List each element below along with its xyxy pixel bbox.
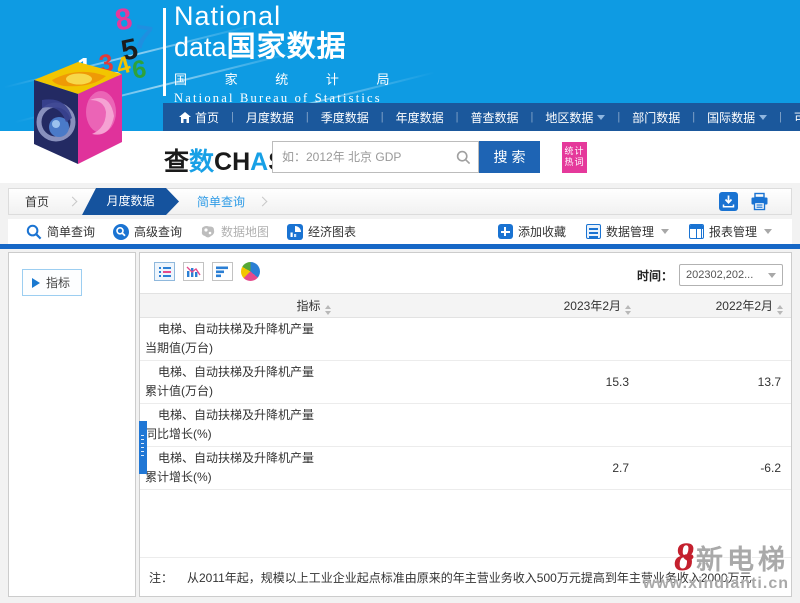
data-map-button[interactable]: 数据地图 (200, 223, 269, 240)
nav-item-annual-data[interactable]: 年度数据 (390, 109, 465, 126)
search-icon (456, 150, 471, 165)
list-icon (586, 224, 601, 239)
nav-item-department-data[interactable]: 部门数据 (626, 109, 701, 126)
chevron-down-icon (759, 115, 767, 120)
download-icon[interactable] (719, 192, 738, 211)
main-navigation: 首页 月度数据 季度数据 年度数据 普查数据 地区数据 部门数据 国际数据 可视… (163, 103, 800, 131)
title-english-line1: National (174, 2, 406, 31)
time-select[interactable]: 202302,202... (679, 264, 783, 286)
chevron-down-icon (768, 273, 776, 278)
nav-item-census-data[interactable]: 普查数据 (465, 109, 540, 126)
toolbar-rule (0, 244, 800, 249)
chevron-right-icon (68, 197, 78, 207)
table-row[interactable]: 电梯、自动扶梯及升降机产量当期值(万台) (140, 318, 791, 361)
data-manage-dropdown[interactable]: 数据管理 (586, 223, 669, 240)
chevron-right-icon (258, 197, 268, 207)
chevron-down-icon (764, 229, 772, 234)
search-input[interactable] (273, 142, 478, 172)
table-grid-icon (689, 224, 704, 239)
watermark-url: www.xindianti.cn (643, 576, 789, 592)
add-favorite-button[interactable]: 添加收藏 (498, 223, 566, 240)
play-triangle-icon (32, 278, 40, 288)
breadcrumb-simple-query[interactable]: 简单查询 (179, 193, 255, 210)
search-filled-icon (113, 224, 129, 240)
footnote-label: 注： (149, 569, 185, 586)
breadcrumb-home[interactable]: 首页 (9, 193, 65, 210)
search-outline-icon (26, 224, 42, 240)
xindianti-logo-icon: 8❤ (674, 540, 694, 574)
title-chinese: 国家数据 (227, 31, 347, 63)
watermark-name: 新电梯 (696, 547, 789, 574)
pie-chart-view-icon[interactable] (241, 262, 260, 281)
time-filter: 时间： 202302,202... (637, 264, 783, 286)
column-header-indicator[interactable]: 指标 (140, 294, 487, 318)
search-box (272, 141, 479, 173)
page: National data国家数据 国 家 统 计 局 National Bur… (0, 0, 800, 603)
hbar-chart-glyph (213, 263, 232, 280)
breadcrumb-monthly-data-tab[interactable]: 月度数据 (82, 188, 179, 215)
map-icon (200, 224, 216, 240)
table-view-icon[interactable] (154, 262, 175, 281)
nav-item-regional-data[interactable]: 地区数据 (539, 109, 626, 126)
time-label: 时间： (637, 267, 673, 284)
advanced-query-button[interactable]: 高级查询 (113, 223, 182, 240)
chevron-down-icon (661, 229, 669, 234)
hbar-chart-view-icon[interactable] (212, 262, 233, 281)
watermark: 8❤ 新电梯 www.xindianti.cn (643, 540, 789, 592)
chevron-down-icon (597, 115, 605, 120)
svg-text:6: 6 (130, 55, 148, 85)
view-switcher (154, 262, 260, 281)
query-toolbar: 简单查询 高级查询 数据地图 经济图表 (8, 219, 792, 244)
sidebar-splitter-handle[interactable] (139, 421, 147, 474)
bar-chart-view-icon[interactable] (183, 262, 204, 281)
data-table: 指标 2023年2月 2022年2月 电梯、自动扶梯及升降机产量当期值(万台) … (140, 293, 791, 490)
economy-charts-button[interactable]: 经济图表 (287, 223, 356, 240)
sort-icon (625, 305, 631, 315)
plus-icon (498, 224, 513, 239)
bar-chart-glyph (184, 263, 203, 280)
column-header-2023[interactable]: 2023年2月 (487, 294, 639, 318)
nav-item-monthly-data[interactable]: 月度数据 (240, 109, 315, 126)
column-header-2022[interactable]: 2022年2月 (639, 294, 791, 318)
simple-query-button[interactable]: 简单查询 (26, 223, 95, 240)
nav-item-quarterly-data[interactable]: 季度数据 (315, 109, 390, 126)
table-header-row: 指标 2023年2月 2022年2月 (140, 294, 791, 318)
hot-words-badge[interactable]: 统计 热词 (562, 142, 587, 173)
title-english-line2: data (174, 31, 227, 63)
nav-item-visualization[interactable]: 可视化产品 (788, 109, 800, 126)
breadcrumb: 首页 月度数据 简单查询 (8, 188, 792, 215)
report-manage-dropdown[interactable]: 报表管理 (689, 223, 772, 240)
table-row[interactable]: 电梯、自动扶梯及升降机产量累计增长(%) 2.7 -6.2 (140, 447, 791, 490)
home-icon (179, 112, 191, 123)
result-panel: 时间： 202302,202... 指标 2023年2月 2022年2月 电梯、… (139, 252, 792, 597)
nav-item-international-data[interactable]: 国际数据 (701, 109, 788, 126)
svg-text:8: 8 (113, 2, 135, 37)
table-row[interactable]: 电梯、自动扶梯及升降机产量同比增长(%) (140, 404, 791, 447)
indicator-tree-toggle[interactable]: 指标 (22, 269, 82, 296)
sort-icon (777, 305, 783, 315)
print-icon[interactable] (750, 192, 769, 211)
search-button[interactable]: 搜索 (479, 141, 540, 173)
chart-icon (287, 224, 303, 240)
sidebar: 指标 (8, 252, 136, 597)
nav-item-home[interactable]: 首页 (173, 109, 240, 126)
subtitle-chinese: 国 家 统 计 局 (174, 69, 406, 88)
sort-icon (325, 305, 331, 315)
nbs-cube-logo-icon: 8 7 5 3 4 6 1 2 (22, 0, 172, 182)
table-row[interactable]: 电梯、自动扶梯及升降机产量累计值(万台) 15.3 13.7 (140, 361, 791, 404)
site-title: National data国家数据 国 家 统 计 局 National Bur… (174, 2, 406, 106)
